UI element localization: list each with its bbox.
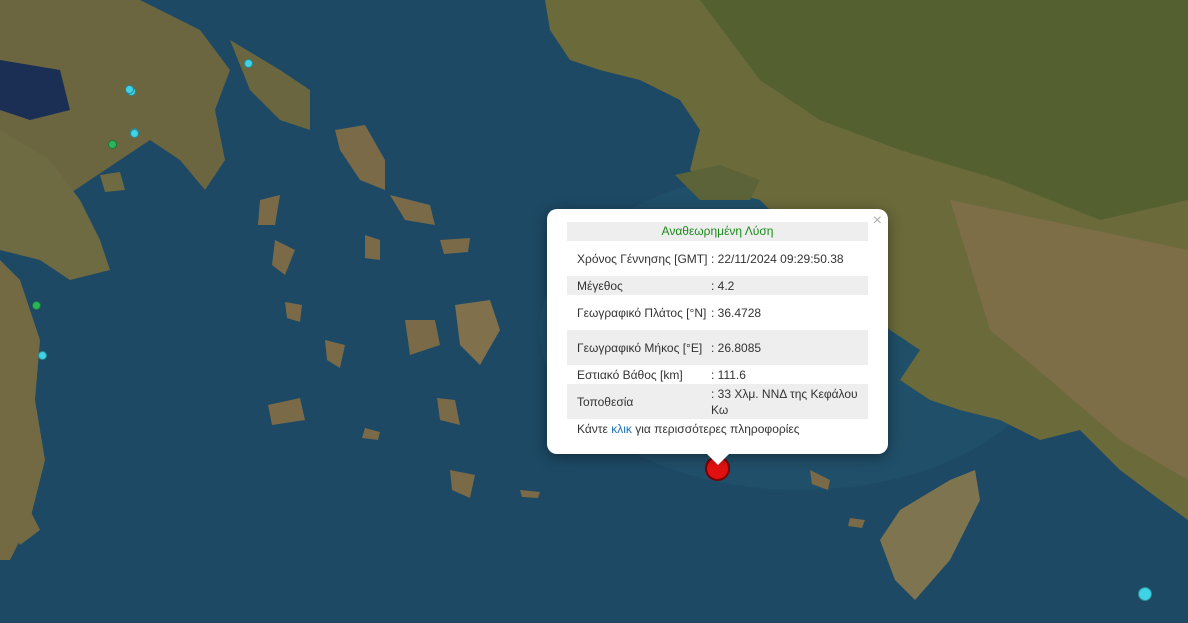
longitude-value: : 26.8085 — [711, 340, 762, 355]
info-row-longitude: Γεωγραφικό Μήκος [°E] : 26.8085 — [567, 330, 868, 365]
more-info-link[interactable]: κλικ — [611, 422, 632, 436]
depth-value: : 111.6 — [711, 367, 746, 382]
info-row-location: Τοποθεσία : 33 Χλμ. ΝΝΔ της Κεφάλου Κω — [567, 384, 868, 419]
quake-marker[interactable] — [37, 350, 47, 360]
depth-label: Εστιακό Βάθος [km] — [577, 367, 683, 382]
earthquake-popup: × Αναθεωρημένη Λύση Χρόνος Γέννησης [GMT… — [547, 209, 888, 454]
more-info-text: Κάντε κλικ για περισσότερες πληροφορίες — [567, 419, 868, 439]
origin-time-label: Χρόνος Γέννησης [GMT] — [577, 251, 708, 266]
more-info-suffix: για περισσότερες πληροφορίες — [631, 422, 800, 436]
quake-marker[interactable] — [1138, 587, 1152, 601]
longitude-label: Γεωγραφικό Μήκος [°E] — [577, 340, 703, 355]
info-row-magnitude: Μέγεθος : 4.2 — [567, 276, 868, 295]
latitude-value: : 36.4728 — [711, 305, 762, 320]
info-row-depth: Εστιακό Βάθος [km] : 111.6 — [567, 365, 868, 384]
latitude-label: Γεωγραφικό Πλάτος [°N] — [577, 305, 707, 320]
info-row-origin-time: Χρόνος Γέννησης [GMT] : 22/11/2024 09:29… — [567, 241, 868, 276]
location-value: : 33 Χλμ. ΝΝΔ της Κεφάλου Κω — [711, 386, 858, 417]
info-row-latitude: Γεωγραφικό Πλάτος [°N] : 36.4728 — [567, 295, 868, 330]
more-info-prefix: Κάντε — [577, 422, 612, 436]
close-icon[interactable]: × — [873, 212, 882, 230]
popup-tip — [706, 453, 730, 465]
popup-title: Αναθεωρημένη Λύση — [567, 222, 868, 241]
origin-time-value: : 22/11/2024 09:29:50.38 — [711, 251, 844, 266]
magnitude-value: : 4.2 — [711, 278, 735, 293]
quake-marker[interactable] — [107, 139, 117, 149]
quake-marker[interactable] — [129, 128, 139, 138]
magnitude-label: Μέγεθος — [577, 278, 623, 293]
quake-marker[interactable] — [124, 84, 134, 94]
quake-marker[interactable] — [243, 58, 253, 68]
quake-marker[interactable] — [31, 300, 41, 310]
location-label: Τοποθεσία — [577, 394, 634, 409]
